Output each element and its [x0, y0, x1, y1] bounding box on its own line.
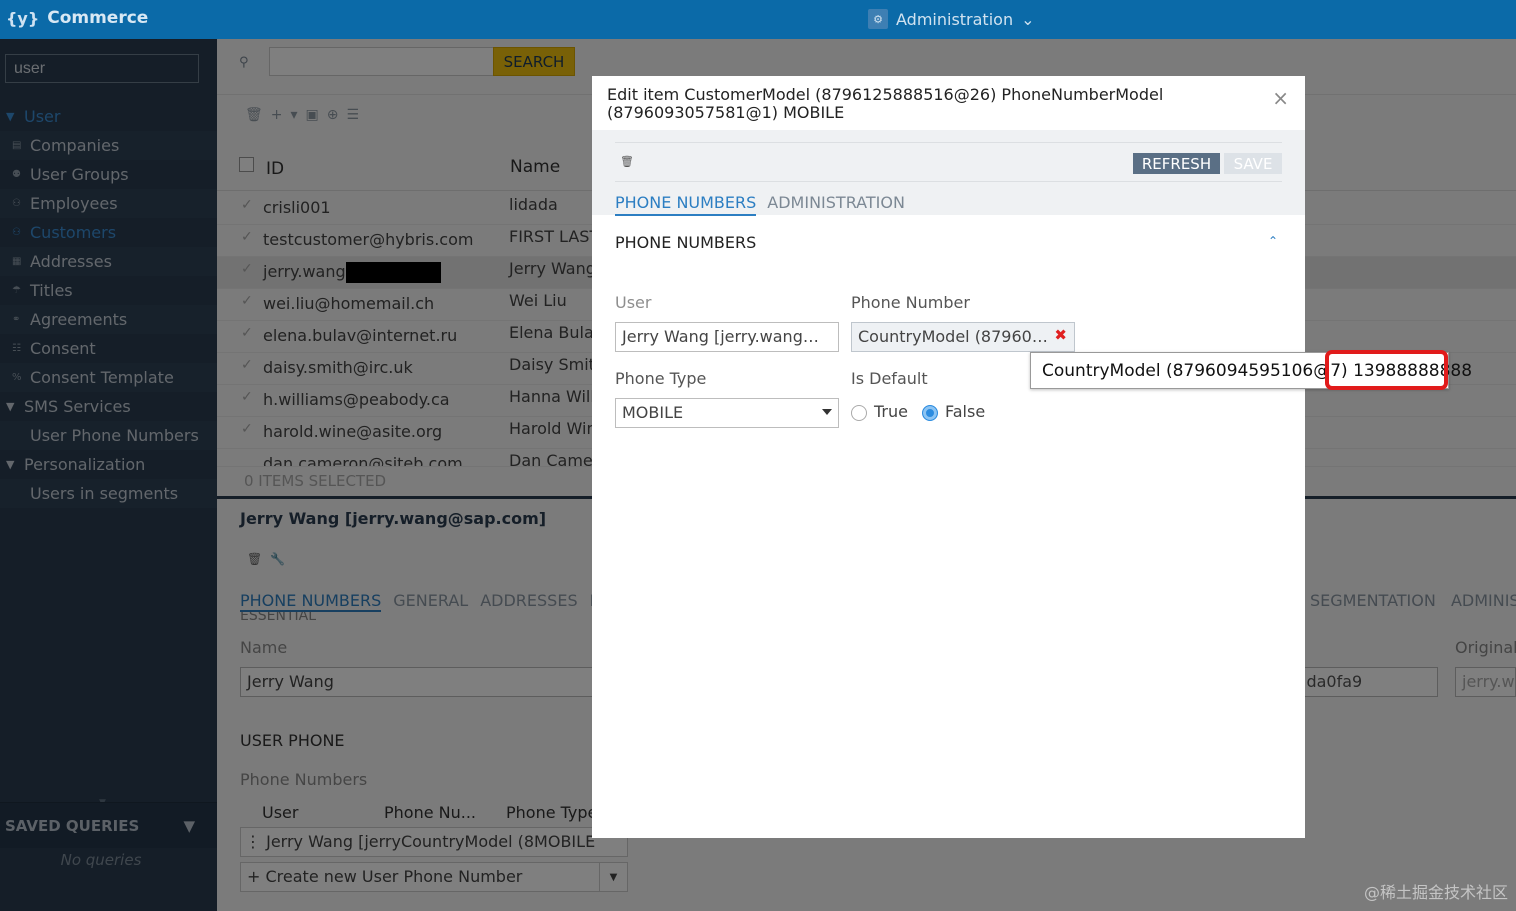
phone-number-field[interactable]: CountryModel (8796094... ✖ [851, 322, 1075, 352]
tab-administration[interactable]: ADMINISTRATION [767, 193, 905, 214]
radio-false[interactable] [922, 405, 938, 421]
refresh-button[interactable]: REFRESH [1133, 153, 1220, 174]
perspective-label: Administration [896, 9, 1014, 29]
watermark: @稀土掘金技术社区 [1363, 883, 1508, 902]
app-name: Commerce [47, 8, 149, 28]
phone-number-label: Phone Number [851, 293, 970, 312]
close-icon[interactable]: × [1272, 86, 1289, 110]
section-heading: PHONE NUMBERS [615, 233, 757, 252]
delete-icon[interactable]: 🗑 [620, 155, 634, 168]
phone-number-value: CountryModel (8796094... [858, 327, 1068, 346]
is-default-label: Is Default [851, 369, 928, 388]
user-field[interactable]: Jerry Wang [jerry.wang@s... [615, 322, 839, 352]
dialog-toolbar: 🗑 REFRESH SAVE [615, 142, 1282, 182]
save-button[interactable]: SAVE [1224, 153, 1282, 174]
perspective-selector[interactable]: ⚙ Administration ⌄ [868, 9, 1034, 29]
radio-true-label[interactable]: True [874, 402, 908, 421]
collapse-icon[interactable]: ⌃ [1268, 234, 1278, 248]
top-bar: {y} Commerce ⚙ Administration ⌄ [0, 0, 1516, 39]
phone-type-value: MOBILE [622, 403, 684, 422]
app-logo[interactable]: {y} Commerce [6, 8, 148, 28]
administration-icon: ⚙ [868, 9, 888, 29]
chevron-down-icon: ⌄ [1021, 9, 1035, 29]
edit-item-dialog: Edit item CustomerModel (8796125888516@2… [592, 76, 1305, 838]
remove-icon[interactable]: ✖ [1054, 326, 1067, 344]
dialog-title: Edit item CustomerModel (8796125888516@2… [607, 85, 1164, 122]
radio-true[interactable] [851, 405, 867, 421]
user-label: User [615, 293, 652, 312]
dialog-toolbar-band: 🗑 REFRESH SAVE PHONE NUMBERS ADMINISTRATI… [592, 130, 1305, 216]
dialog-tabs: PHONE NUMBERS ADMINISTRATION [615, 193, 916, 216]
phone-type-label: Phone Type [615, 369, 707, 388]
tab-phone-numbers[interactable]: PHONE NUMBERS [615, 193, 757, 216]
phone-type-select[interactable]: MOBILE [615, 398, 839, 428]
commerce-logo-icon: {y} [6, 8, 40, 28]
highlight-annotation [1325, 350, 1448, 390]
caret-down-icon [822, 409, 832, 415]
radio-false-label[interactable]: False [945, 402, 985, 421]
